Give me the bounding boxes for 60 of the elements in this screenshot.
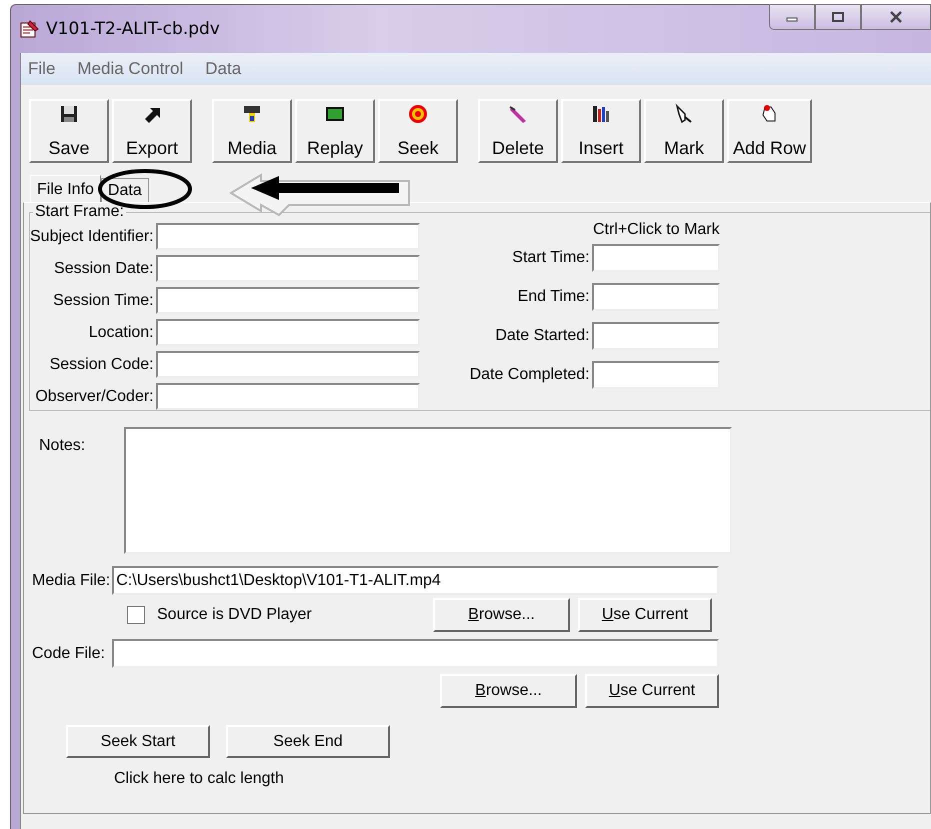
push-button[interactable]: Use Current [585,674,719,708]
text-field[interactable]: C:\Users\bushct1\Desktop\V101-T1-ALIT.mp4 [112,566,720,595]
text-field[interactable] [592,322,720,350]
field-label: Media File: [32,572,110,590]
group-title: Start Frame: [34,203,125,221]
field-label: Code File: [32,644,105,662]
text-field[interactable] [156,351,420,378]
toolbar-button[interactable]: Media [212,99,292,163]
push-button[interactable]: Seek End [226,725,390,758]
push-button[interactable]: Use Current [578,598,712,632]
tab[interactable]: File Info [30,175,101,203]
menu-item[interactable]: Media Control [77,59,184,79]
toolbar-button[interactable]: Export [112,99,192,163]
text-field[interactable] [592,244,720,272]
target-icon [407,103,429,125]
close-button[interactable] [861,4,931,30]
menu-item[interactable]: File [28,59,56,79]
field-label: Session Time: [53,292,154,310]
text-field[interactable] [156,287,420,314]
field-label: Session Code: [50,356,154,374]
text-field[interactable] [592,283,720,311]
maximize-button[interactable] [815,4,861,30]
menu-item[interactable]: Data [205,59,242,79]
field-label: Date Completed: [470,366,590,384]
toolbar-button[interactable]: Mark [644,99,724,163]
push-button[interactable]: Browse... [433,598,570,632]
field-label: Date Started: [495,327,590,345]
text-field[interactable] [592,361,720,389]
books-icon [590,103,612,125]
push-button[interactable]: Seek Start [66,725,210,758]
toolbar-button[interactable]: Replay [295,99,375,163]
maximize-icon [832,12,844,22]
text-field[interactable] [156,319,420,346]
notes-field[interactable] [124,427,732,554]
toolbar-button[interactable]: Save [29,99,109,163]
toolbar-button[interactable]: Seek [378,99,458,163]
text-field[interactable] [112,639,719,668]
field-label: Notes: [38,436,86,456]
text-field[interactable] [156,223,420,250]
checkbox[interactable] [127,606,145,624]
field-label: Location: [88,324,154,342]
projector-icon [241,103,263,125]
field-label: End Time: [518,288,590,306]
field-label: Start Time: [512,249,590,267]
field-label: Subject Identifier: [30,228,154,246]
text-field[interactable] [156,383,420,410]
toolbar-button[interactable]: Delete [478,99,558,163]
toolbar-button[interactable]: Add Row [727,99,812,163]
checkbox-label: Source is DVD Player [157,606,312,624]
close-icon [889,11,903,23]
toolbar-button[interactable]: Insert [561,99,641,163]
calc-link[interactable]: Click here to calc length [114,770,284,788]
text-field[interactable] [156,255,420,282]
field-label: Session Date: [54,260,154,278]
mark-hint: Ctrl+Click to Mark [592,221,720,239]
window-title: V101-T2-ALIT-cb.pdv [46,19,220,39]
app-icon [18,19,40,39]
minimize-button[interactable] [769,4,815,30]
field-label: Observer/Coder: [35,388,154,406]
push-button[interactable]: Browse... [440,674,577,708]
